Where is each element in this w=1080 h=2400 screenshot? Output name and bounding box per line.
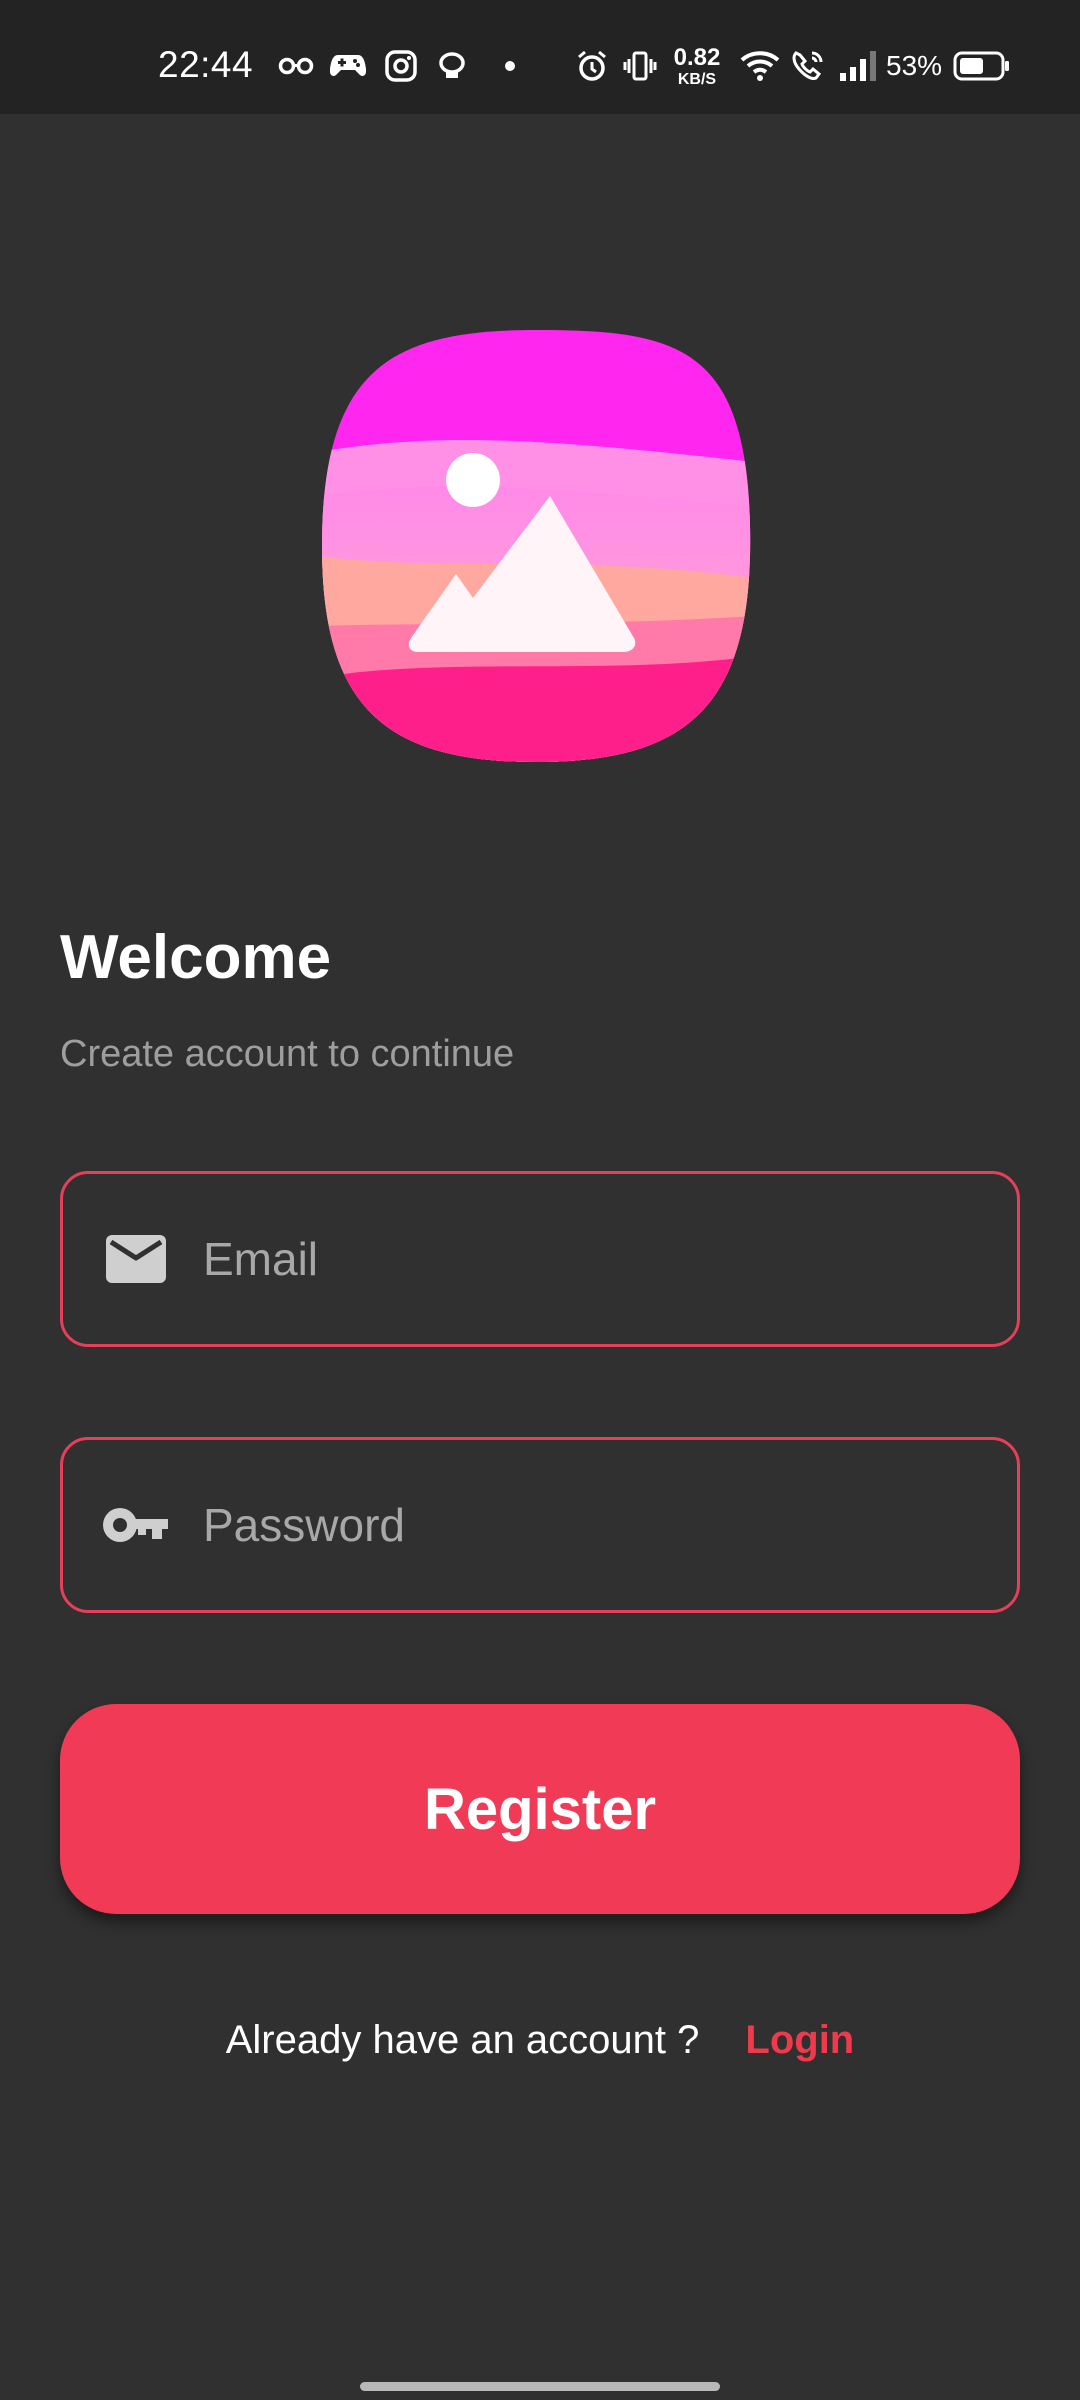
register-button[interactable]: Register bbox=[60, 1704, 1020, 1914]
wifi-icon bbox=[738, 46, 782, 86]
signal-icon bbox=[836, 46, 880, 86]
login-prompt: Already have an account ? Login bbox=[0, 2018, 1080, 2063]
login-link[interactable]: Login bbox=[745, 2018, 854, 2063]
vibrate-icon bbox=[620, 46, 660, 86]
instagram-icon bbox=[381, 46, 421, 86]
key-icon bbox=[99, 1488, 173, 1562]
status-time: 22:44 bbox=[158, 44, 254, 85]
battery-percent: 53% bbox=[886, 50, 943, 81]
ring-icon bbox=[432, 46, 472, 86]
app-logo bbox=[318, 326, 754, 766]
password-input[interactable] bbox=[203, 1440, 1017, 1610]
glasses-icon bbox=[276, 46, 316, 86]
page-subtitle: Create account to continue bbox=[60, 1033, 515, 1075]
page-title: Welcome bbox=[60, 923, 332, 992]
net-speed-value: 0.82 bbox=[673, 44, 721, 71]
email-input[interactable] bbox=[203, 1174, 1017, 1344]
net-speed: 0.82 KB/S bbox=[668, 46, 726, 88]
gamepad-icon bbox=[328, 46, 368, 86]
net-speed-unit: KB/S bbox=[677, 71, 717, 88]
battery-icon bbox=[952, 46, 1012, 86]
gesture-nav-handle[interactable] bbox=[360, 2382, 720, 2391]
dot-icon bbox=[500, 46, 520, 86]
wifi-call-icon bbox=[788, 46, 828, 86]
email-field[interactable] bbox=[60, 1171, 1020, 1347]
mail-icon bbox=[99, 1222, 173, 1296]
gallery-logo-icon bbox=[322, 330, 751, 762]
password-field[interactable] bbox=[60, 1437, 1020, 1613]
alarm-icon bbox=[572, 46, 612, 86]
login-prompt-text: Already have an account ? bbox=[225, 2018, 700, 2062]
status-bar: 22:44 0.82 KB/S 53% bbox=[0, 0, 1080, 114]
